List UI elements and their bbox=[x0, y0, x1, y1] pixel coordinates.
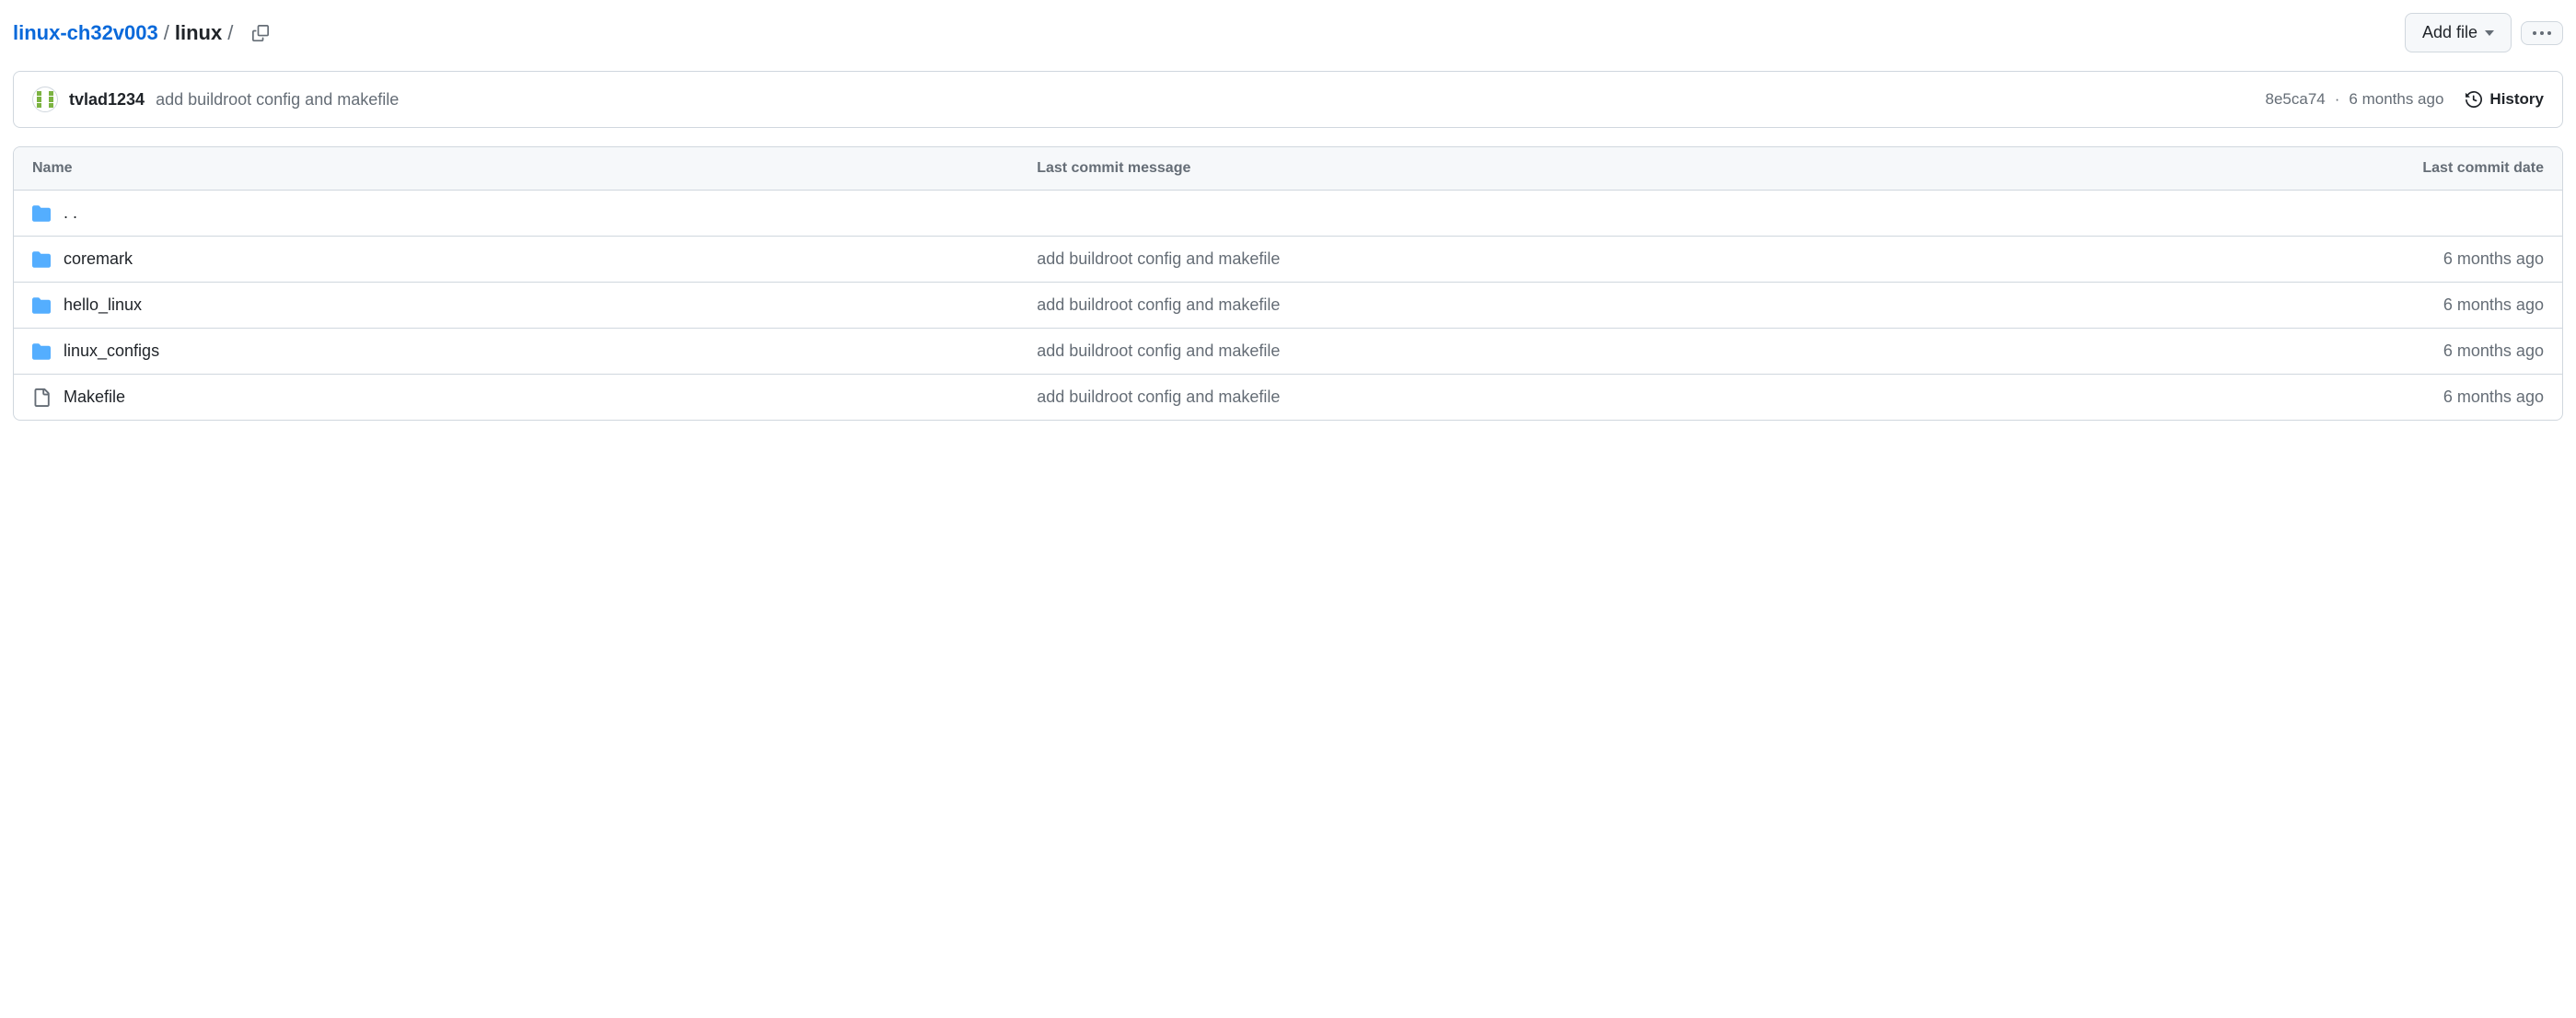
file-table-header: Name Last commit message Last commit dat… bbox=[14, 147, 2562, 191]
parent-dir-label[interactable]: . . bbox=[64, 203, 77, 223]
chevron-down-icon bbox=[2485, 30, 2494, 36]
breadcrumb-separator: / bbox=[164, 21, 169, 45]
col-header-date: Last commit date bbox=[2041, 160, 2544, 177]
identicon-icon bbox=[37, 91, 53, 108]
row-commit-date: 6 months ago bbox=[2041, 249, 2544, 269]
copy-icon bbox=[252, 25, 269, 41]
latest-commit-box: tvlad1234 add buildroot config and makef… bbox=[13, 71, 2563, 128]
col-header-name: Name bbox=[32, 160, 1037, 177]
folder-icon bbox=[32, 342, 51, 361]
folder-icon bbox=[32, 296, 51, 315]
more-options-button[interactable] bbox=[2521, 21, 2563, 45]
file-icon bbox=[32, 388, 51, 407]
commit-message[interactable]: add buildroot config and makefile bbox=[156, 90, 399, 110]
col-header-msg: Last commit message bbox=[1037, 160, 2041, 177]
avatar[interactable] bbox=[32, 87, 58, 112]
file-name[interactable]: hello_linux bbox=[64, 295, 142, 315]
commit-right: 8e5ca74 · 6 months ago History bbox=[2266, 90, 2545, 109]
commit-time: 6 months ago bbox=[2349, 90, 2443, 109]
breadcrumb-repo-link[interactable]: linux-ch32v003 bbox=[13, 21, 158, 45]
commit-author[interactable]: tvlad1234 bbox=[69, 90, 145, 110]
file-name[interactable]: linux_configs bbox=[64, 341, 159, 361]
row-commit-msg[interactable]: add buildroot config and makefile bbox=[1037, 341, 2041, 361]
row-commit-msg[interactable]: add buildroot config and makefile bbox=[1037, 249, 2041, 269]
file-name[interactable]: coremark bbox=[64, 249, 133, 269]
row-commit-date: 6 months ago bbox=[2041, 295, 2544, 315]
header-actions: Add file bbox=[2405, 13, 2563, 52]
folder-icon bbox=[32, 204, 51, 223]
kebab-icon bbox=[2533, 31, 2551, 35]
copy-path-button[interactable] bbox=[248, 20, 273, 46]
table-row: coremark add buildroot config and makefi… bbox=[14, 236, 2562, 282]
row-commit-msg[interactable]: add buildroot config and makefile bbox=[1037, 295, 2041, 315]
row-commit-date: 6 months ago bbox=[2041, 341, 2544, 361]
breadcrumb: linux-ch32v003 / linux / bbox=[13, 20, 273, 46]
separator-dot: · bbox=[2335, 90, 2340, 109]
history-icon bbox=[2466, 91, 2482, 108]
breadcrumb-trailing-separator: / bbox=[227, 21, 233, 45]
history-link[interactable]: History bbox=[2466, 90, 2544, 109]
file-table: Name Last commit message Last commit dat… bbox=[13, 146, 2563, 421]
file-name[interactable]: Makefile bbox=[64, 388, 125, 407]
folder-icon bbox=[32, 250, 51, 269]
add-file-label: Add file bbox=[2422, 23, 2477, 42]
commit-left: tvlad1234 add buildroot config and makef… bbox=[32, 87, 399, 112]
table-row: linux_configs add buildroot config and m… bbox=[14, 328, 2562, 374]
table-row: Makefile add buildroot config and makefi… bbox=[14, 374, 2562, 420]
parent-dir-row[interactable]: . . bbox=[14, 191, 2562, 236]
history-label: History bbox=[2489, 90, 2544, 109]
commit-sha[interactable]: 8e5ca74 bbox=[2266, 90, 2326, 109]
row-commit-date: 6 months ago bbox=[2041, 388, 2544, 407]
breadcrumb-current: linux bbox=[175, 21, 222, 45]
row-commit-msg[interactable]: add buildroot config and makefile bbox=[1037, 388, 2041, 407]
file-table-body: . . coremark add buildroot config and ma… bbox=[14, 191, 2562, 420]
add-file-button[interactable]: Add file bbox=[2405, 13, 2512, 52]
header-row: linux-ch32v003 / linux / Add file bbox=[13, 13, 2563, 52]
table-row: hello_linux add buildroot config and mak… bbox=[14, 282, 2562, 328]
